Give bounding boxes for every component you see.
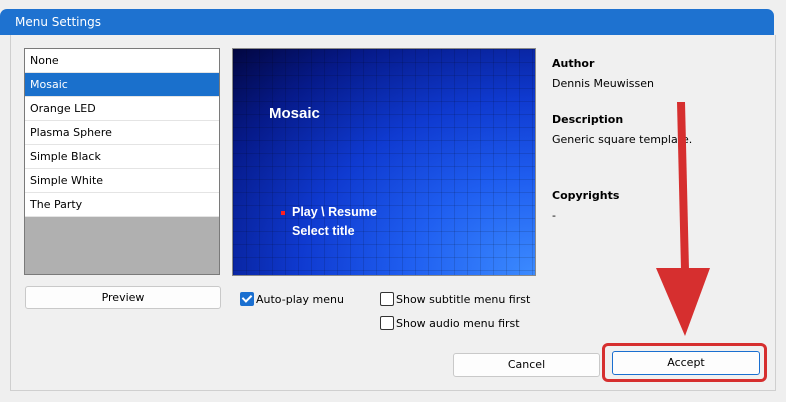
preview-title: Mosaic [269,105,320,122]
list-item-simple-white[interactable]: Simple White [25,169,219,193]
copyrights-value: - [552,209,556,222]
list-item-the-party[interactable]: The Party [25,193,219,217]
title-bar[interactable]: Menu Settings [0,9,774,35]
audio-first-checkbox[interactable] [380,316,394,330]
copyrights-label: Copyrights [552,189,620,202]
menu-settings-window: Menu Settings None Mosaic Orange LED Pla… [0,0,786,402]
window-title: Menu Settings [15,15,101,29]
menu-preview-image: Mosaic Play \ Resume Select title [232,48,536,276]
preview-menu-item-select: Select title [292,224,355,238]
annotation-arrow-icon [656,102,710,336]
list-item-none[interactable]: None [25,49,219,73]
preview-menu-item-play: Play \ Resume [292,205,377,219]
list-item-orange-led[interactable]: Orange LED [25,97,219,121]
list-item-simple-black[interactable]: Simple Black [25,145,219,169]
menu-bullet-icon [281,211,285,215]
author-label: Author [552,57,595,70]
description-label: Description [552,113,624,126]
list-item-mosaic[interactable]: Mosaic [25,73,219,97]
menu-template-list[interactable]: None Mosaic Orange LED Plasma Sphere Sim… [24,48,220,275]
author-value: Dennis Meuwissen [552,77,654,90]
subtitle-first-checkbox[interactable] [380,292,394,306]
audio-first-label[interactable]: Show audio menu first [396,317,520,330]
annotation-highlight-box [602,343,767,382]
autoplay-label[interactable]: Auto-play menu [256,293,344,306]
preview-button[interactable]: Preview [25,286,221,309]
subtitle-first-label[interactable]: Show subtitle menu first [396,293,530,306]
list-item-plasma-sphere[interactable]: Plasma Sphere [25,121,219,145]
preview-menu: Play \ Resume Select title [281,203,377,241]
cancel-button[interactable]: Cancel [453,353,600,377]
autoplay-checkbox[interactable] [240,292,254,306]
mosaic-grid-pattern [233,49,535,275]
